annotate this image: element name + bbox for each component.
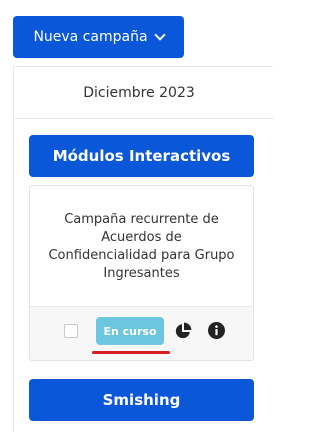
status-highlight-underline	[92, 351, 170, 354]
campaign-title: Campaña recurrente de Acuerdos de Confid…	[48, 212, 235, 281]
status-badge[interactable]: En curso	[96, 317, 164, 345]
new-campaign-label: Nueva campaña	[33, 29, 148, 45]
campaign-card-footer: En curso	[30, 306, 253, 360]
info-icon[interactable]	[208, 322, 225, 339]
module-smishing-button[interactable]: Smishing	[29, 379, 254, 421]
new-campaign-button[interactable]: Nueva campaña	[13, 16, 184, 58]
module-interactive-button[interactable]: Módulos Interactivos	[29, 135, 254, 177]
pie-chart-icon[interactable]	[174, 322, 192, 340]
month-header: Diciembre 2023	[14, 67, 274, 119]
chevron-down-icon	[153, 29, 166, 41]
month-column: Diciembre 2023 Módulos Interactivos Camp…	[13, 66, 274, 432]
campaign-calendar-view: Nueva campaña Diciembre 2023 Módulos Int…	[0, 0, 274, 432]
campaign-card: Campaña recurrente de Acuerdos de Confid…	[29, 185, 254, 361]
campaign-select-checkbox[interactable]	[64, 324, 78, 338]
